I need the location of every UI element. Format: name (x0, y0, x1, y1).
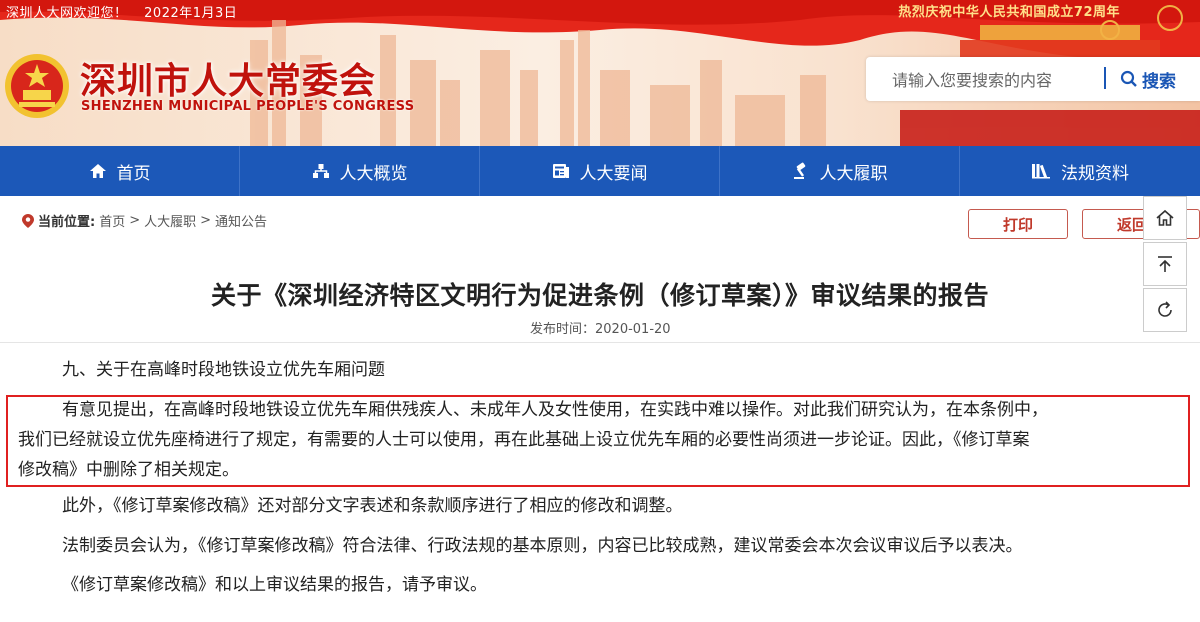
breadcrumb-notices[interactable]: 通知公告 (215, 211, 267, 230)
nav-item-label: 首页 (116, 163, 151, 184)
site-logo-subtitle: SHENZHEN MUNICIPAL PEOPLE'S CONGRESS (81, 99, 415, 114)
article-paragraph-line: 有意见提出，在高峰时段地铁设立优先车厢供残疾人、未成年人及女性使用，在实践中难以… (62, 400, 1048, 420)
home-icon (89, 164, 106, 178)
celebration-banner-text: 热烈庆祝中华人民共和国成立72周年 (898, 5, 1120, 20)
article-paragraph: 《修订草案修改稿》和以上审议结果的报告，请予审议。 (62, 575, 487, 595)
search-icon (1120, 70, 1137, 87)
nav-item-label: 法规资料 (1061, 163, 1129, 184)
books-icon (1032, 164, 1050, 179)
home-icon (1156, 209, 1174, 226)
search-input[interactable] (890, 67, 1104, 93)
article-paragraph: 九、关于在高峰时段地铁设立优先车厢问题 (62, 360, 385, 380)
breadcrumb-separator: > (200, 213, 212, 228)
header-banner: 深圳人大网欢迎您！ 2022年1月3日 热烈庆祝中华人民共和国成立72周年 深圳… (0, 0, 1200, 146)
site-logo-title[interactable]: 深圳市人大常委会 (80, 52, 376, 104)
current-date: 2022年1月3日 (144, 6, 238, 21)
hammer-icon (793, 162, 805, 179)
welcome-text: 深圳人大网欢迎您！ (6, 6, 128, 21)
nav-item-news[interactable]: 人大要闻 (480, 146, 720, 196)
breadcrumb-separator: > (129, 213, 141, 228)
nav-item-overview[interactable]: 人大概览 (240, 146, 480, 196)
breadcrumb: 当前位置: 首页 > 人大履职 > 通知公告 (22, 211, 267, 230)
sitemap-icon (312, 164, 329, 178)
search-button[interactable]: 搜索 (1120, 66, 1176, 92)
divider (0, 342, 1200, 343)
breadcrumb-duties[interactable]: 人大履职 (144, 211, 196, 230)
nav-item-label: 人大履职 (819, 163, 888, 184)
search-button-label: 搜索 (1142, 71, 1176, 92)
publish-date: 发布时间：2020-01-20 (530, 322, 671, 337)
breadcrumb-label: 当前位置: (38, 215, 96, 230)
national-emblem-icon (5, 54, 69, 118)
topbar-welcome: 深圳人大网欢迎您！ 2022年1月3日 (6, 2, 249, 21)
nav-item-duties[interactable]: 人大履职 (720, 146, 960, 196)
search-box: 搜索 (866, 57, 1200, 101)
article-paragraph: 法制委员会认为，《修订草案修改稿》符合法律、行政法规的基本原则，内容已比较成熟，… (62, 536, 1023, 556)
nav-item-home[interactable]: 首页 (0, 146, 240, 196)
search-divider (1104, 67, 1106, 89)
nav-item-label: 人大概览 (339, 163, 408, 184)
article-title: 关于《深圳经济特区文明行为促进条例（修订草案）》审议结果的报告 (210, 281, 989, 310)
nav-item-label: 人大要闻 (579, 163, 648, 184)
article-paragraph-line: 我们已经就设立优先座椅进行了规定，有需要的人士可以使用，再在此基础上设立优先车厢… (18, 430, 1030, 450)
news-icon (552, 164, 569, 178)
print-button[interactable]: 打印 (968, 209, 1068, 239)
article-paragraph: 此外，《修订草案修改稿》还对部分文字表述和条款顺序进行了相应的修改和调整。 (62, 496, 683, 516)
back-to-top-icon (1158, 256, 1172, 272)
side-home-button[interactable] (1143, 196, 1187, 240)
breadcrumb-home[interactable]: 首页 (99, 211, 125, 230)
article-paragraph-line: 修改稿》中删除了相关规定。 (18, 460, 239, 480)
nav-item-regulations[interactable]: 法规资料 (960, 146, 1200, 196)
location-pin-icon (22, 213, 34, 228)
main-nav: 首页 人大概览 人大要闻 人大履职 法规资料 (0, 146, 1200, 196)
